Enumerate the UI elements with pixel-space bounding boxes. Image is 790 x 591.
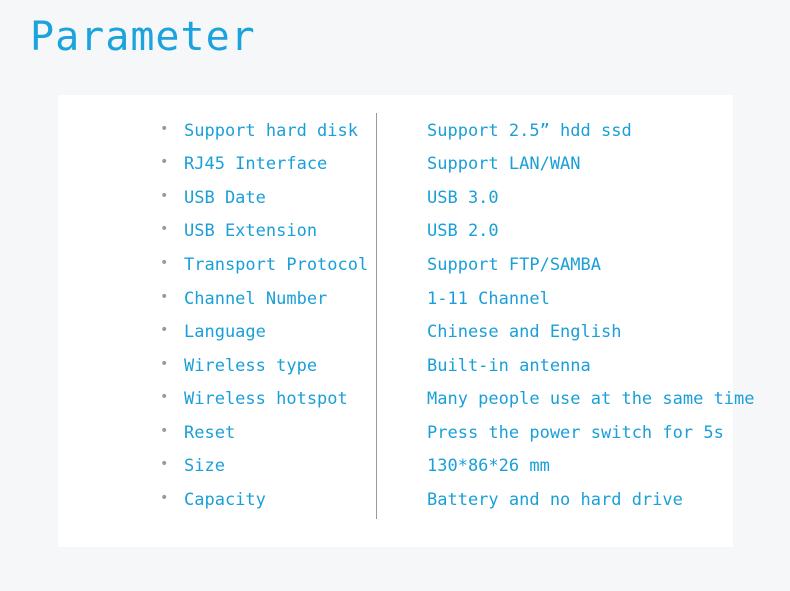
parameter-label: USB Date (184, 188, 266, 208)
parameter-label: USB Extension (184, 221, 318, 241)
parameter-value: Press the power switch for 5s (427, 423, 724, 443)
parameter-value: Support 2.5” hdd ssd (427, 121, 632, 141)
column-divider (376, 113, 377, 519)
parameter-value: Chinese and English (427, 322, 622, 342)
parameter-label: Language (184, 322, 266, 342)
parameter-value: Battery and no hard drive (427, 490, 683, 510)
bullet-icon: • (160, 456, 169, 472)
parameter-value: USB 2.0 (427, 221, 499, 241)
parameter-value: USB 3.0 (427, 188, 499, 208)
parameter-label: RJ45 Interface (184, 154, 328, 174)
bullet-icon: • (160, 356, 169, 372)
parameter-label: Support hard disk (184, 121, 358, 141)
bullet-icon: • (160, 289, 169, 305)
parameter-label: Size (184, 456, 225, 476)
parameter-label: Wireless type (184, 356, 318, 376)
bullet-icon: • (160, 121, 169, 137)
parameter-label: Reset (184, 423, 236, 443)
bullet-icon: • (160, 322, 169, 338)
parameter-value: Support LAN/WAN (427, 154, 581, 174)
page-title: Parameter (30, 14, 256, 60)
bullet-icon: • (160, 490, 169, 506)
parameter-label: Capacity (184, 490, 266, 510)
bullet-icon: • (160, 423, 169, 439)
bullet-icon: • (160, 154, 169, 170)
bullet-icon: • (160, 255, 169, 271)
bullet-icon: • (160, 221, 169, 237)
parameter-value: Built-in antenna (427, 356, 591, 376)
parameter-value: 1-11 Channel (427, 289, 550, 309)
parameter-label: Channel Number (184, 289, 328, 309)
bullet-icon: • (160, 188, 169, 204)
parameter-value: Many people use at the same time (427, 389, 755, 409)
parameter-value: Support FTP/SAMBA (427, 255, 601, 275)
parameter-value: 130*86*26 mm (427, 456, 550, 476)
parameter-label: Transport Protocol (184, 255, 369, 275)
parameter-label: Wireless hotspot (184, 389, 348, 409)
bullet-icon: • (160, 389, 169, 405)
